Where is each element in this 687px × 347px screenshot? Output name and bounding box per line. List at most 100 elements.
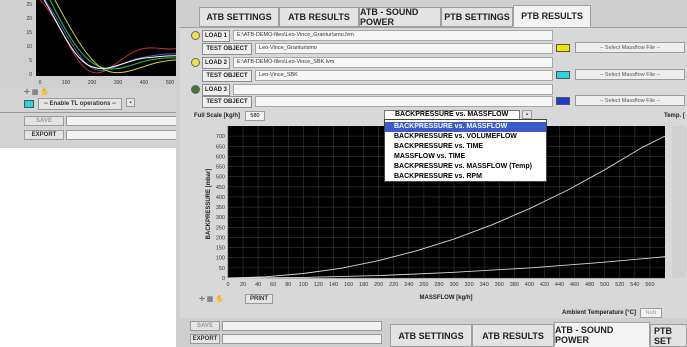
x-tick-label: 60 — [270, 282, 276, 288]
enable-tl-select[interactable]: -- Enable TL operations -- — [38, 98, 122, 110]
y-tick-label: 700 — [216, 134, 225, 140]
x-tick-label: 380 — [510, 282, 519, 288]
load-3-path[interactable] — [233, 84, 553, 95]
load-2-button[interactable]: LOAD 2 — [202, 57, 230, 69]
back-x-tick-label: 300 — [114, 80, 123, 86]
temp-axis-label: Temp. [ — [664, 113, 685, 119]
x-tick-label: 300 — [449, 282, 458, 288]
full-scale-input[interactable]: 580 — [245, 111, 265, 121]
back-export-button[interactable]: EXPORT — [24, 130, 64, 140]
full-scale-label: Full Scale [kg/h] — [194, 113, 241, 119]
back-y-tick-label: 15 — [26, 30, 32, 36]
load-2-led — [191, 58, 200, 67]
load-1-color[interactable] — [556, 44, 570, 52]
load-2-massflow-select[interactable]: -- Select Massflow File -- — [575, 69, 685, 80]
ambient-temp-value: NaN — [640, 308, 662, 318]
y-tick-label: 0 — [222, 276, 225, 282]
load-2-color[interactable] — [556, 71, 570, 79]
back-y-tick-label: 0 — [29, 72, 32, 78]
y-tick-label: 250 — [216, 225, 225, 231]
y-tick-label: 650 — [216, 144, 225, 150]
export-path-field[interactable] — [222, 334, 382, 344]
load-3-button[interactable]: LOAD 3 — [202, 84, 230, 96]
back-y-tick-label: 10 — [26, 44, 32, 50]
x-axis-label: MASSFLOW [kg/h] — [420, 295, 473, 301]
x-tick-label: 180 — [359, 282, 368, 288]
x-tick-label: 220 — [389, 282, 398, 288]
dropdown-item[interactable]: MASSFLOW vs. TIME — [385, 152, 546, 162]
back-y-tick-label: 5 — [29, 58, 32, 64]
x-tick-label: 540 — [630, 282, 639, 288]
bottom-tab-ptb-settings[interactable]: PTB SET — [650, 324, 687, 347]
x-tick-label: 560 — [645, 282, 654, 288]
x-tick-label: 20 — [240, 282, 246, 288]
load-1-button[interactable]: LOAD 1 — [202, 30, 230, 42]
x-tick-label: 120 — [314, 282, 323, 288]
load-1-test-object-label: TEST OBJECT — [202, 43, 252, 55]
load-1-path[interactable]: E:\ATB-DEMO-files\Leo-Vince_Grantur\smo.… — [233, 30, 553, 41]
tab-ptb-settings[interactable]: PTB SETTINGS — [441, 7, 513, 27]
load-3-led — [191, 85, 200, 94]
y-tick-label: 300 — [216, 215, 225, 221]
tab-ptb-results[interactable]: PTB RESULTS — [513, 5, 591, 27]
save-path-field[interactable] — [222, 321, 382, 331]
load-2-path[interactable]: E:\ATB-DEMO-files\Leo-Vince_SBK.lvm — [233, 57, 553, 68]
back-x-tick-label: 200 — [88, 80, 97, 86]
load-3-color[interactable] — [556, 97, 570, 105]
load-2-test-object-field[interactable]: Leo-Vince_SBK — [255, 70, 553, 81]
bottom-tab-atb-sound-power[interactable]: ATB - SOUND POWER — [554, 322, 650, 347]
plot-type-dropdown-menu: BACKPRESSURE vs. MASSFLOW BACKPRESSURE v… — [384, 119, 547, 182]
back-save-field[interactable] — [66, 116, 186, 126]
dropdown-item[interactable]: BACKPRESSURE vs. TIME — [385, 142, 546, 152]
plot-type-button[interactable]: ▪ — [522, 110, 532, 119]
x-tick-label: 500 — [600, 282, 609, 288]
back-y-tick-label: 20 — [26, 16, 32, 22]
x-tick-label: 100 — [299, 282, 308, 288]
back-color-swatch[interactable] — [24, 100, 34, 108]
back-y-tick-label: 25 — [26, 2, 32, 8]
y-tick-label: 400 — [216, 195, 225, 201]
tab-atb-settings[interactable]: ATB SETTINGS — [199, 7, 279, 27]
tab-atb-sound-power[interactable]: ATB - SOUND POWER — [359, 7, 441, 27]
y-tick-label: 350 — [216, 205, 225, 211]
x-tick-label: 280 — [434, 282, 443, 288]
y-tick-label: 150 — [216, 246, 225, 252]
tab-atb-results[interactable]: ATB RESULTS — [279, 7, 359, 27]
x-tick-label: 160 — [344, 282, 353, 288]
x-tick-label: 320 — [465, 282, 474, 288]
load-1-massflow-select[interactable]: -- Select Massflow File -- — [575, 42, 685, 53]
load-1-test-object-field[interactable]: Leo-Vince_Granturismo — [255, 43, 553, 54]
dropdown-item[interactable]: BACKPRESSURE vs. VOLUMEFLOW — [385, 132, 546, 142]
x-tick-label: 0 — [226, 282, 229, 288]
back-export-field[interactable] — [66, 130, 186, 140]
dropdown-item[interactable]: BACKPRESSURE vs. RPM — [385, 172, 546, 182]
x-tick-label: 260 — [419, 282, 428, 288]
y-tick-label: 200 — [216, 235, 225, 241]
graph-tools[interactable]: ✛ ▦ ✋ — [199, 295, 224, 303]
y-tick-label: 450 — [216, 185, 225, 191]
back-x-tick-label: 100 — [62, 80, 71, 86]
dropdown-item[interactable]: BACKPRESSURE vs. MASSFLOW (Temp) — [385, 162, 546, 172]
x-tick-label: 420 — [540, 282, 549, 288]
dropdown-item[interactable]: BACKPRESSURE vs. MASSFLOW — [385, 122, 546, 132]
bottom-tab-atb-settings[interactable]: ATB SETTINGS — [390, 324, 472, 347]
y-tick-label: 600 — [216, 154, 225, 160]
x-tick-label: 80 — [285, 282, 291, 288]
back-save-button[interactable]: SAVE — [24, 116, 64, 126]
load-3-test-object-field[interactable] — [255, 96, 553, 107]
y-tick-label: 100 — [216, 256, 225, 262]
y-tick-label: 500 — [216, 175, 225, 181]
x-tick-label: 200 — [374, 282, 383, 288]
enable-tl-button[interactable]: ▪ — [126, 98, 135, 107]
load-3-massflow-select[interactable]: -- Select Massflow File -- — [575, 95, 685, 106]
x-tick-label: 360 — [495, 282, 504, 288]
load-2-test-object-label: TEST OBJECT — [202, 70, 252, 82]
ambient-temp-label: Ambient Temperature [°C] — [562, 310, 636, 316]
x-tick-label: 240 — [404, 282, 413, 288]
save-button[interactable]: SAVE — [190, 321, 220, 331]
print-button[interactable]: PRINT — [245, 294, 273, 304]
graph-tools-back[interactable]: ✛ ▦ ✋ — [24, 88, 54, 98]
load-1-led — [191, 31, 200, 40]
export-button[interactable]: EXPORT — [190, 334, 220, 344]
bottom-tab-atb-results[interactable]: ATB RESULTS — [472, 324, 554, 347]
